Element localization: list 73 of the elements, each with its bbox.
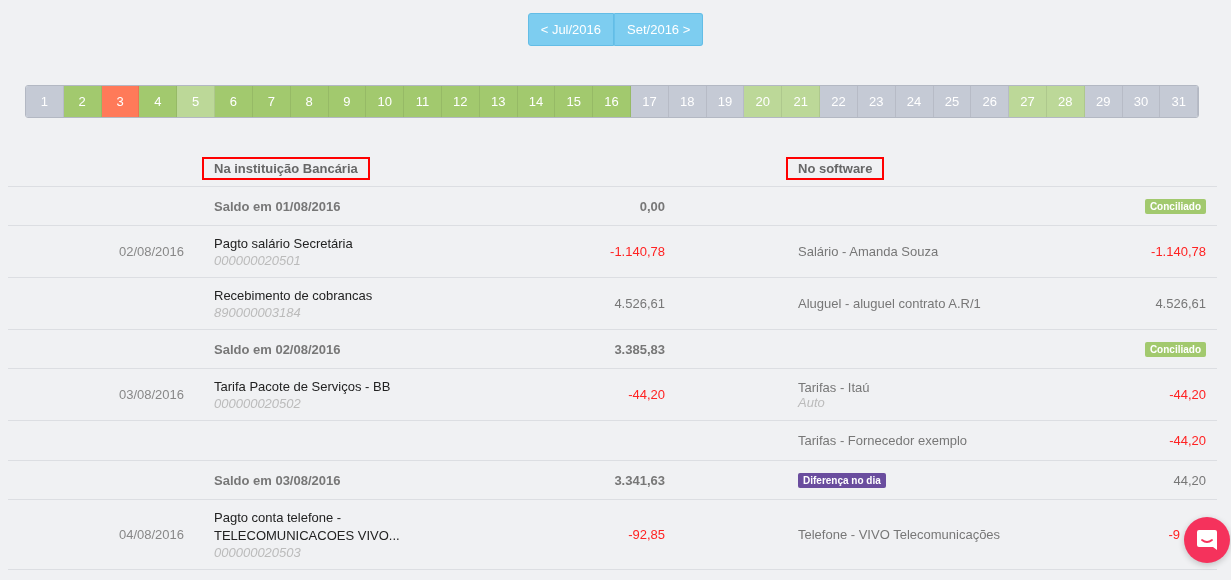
day-cell[interactable]: 20 — [744, 86, 783, 117]
day-cell[interactable]: 13 — [479, 86, 518, 117]
day-cell[interactable]: 25 — [933, 86, 972, 117]
day-cell[interactable]: 26 — [971, 86, 1010, 117]
amount-text: -92,85 — [628, 527, 665, 542]
day-cell[interactable]: 7 — [252, 86, 291, 117]
day-cell[interactable]: 24 — [895, 86, 934, 117]
day-cell[interactable]: 9 — [328, 86, 367, 117]
day-cell[interactable]: 10 — [366, 86, 405, 117]
amount-text: 0,00 — [639, 198, 665, 214]
month-nav-button[interactable]: < Jul/2016 — [527, 13, 615, 46]
day-cell[interactable]: 28 — [1046, 86, 1085, 117]
chat-button[interactable] — [1184, 517, 1230, 563]
transaction-description: Pagto conta telefone - TELECOMUNICACOES VIVO... — [214, 509, 400, 545]
day-cell[interactable]: 6 — [215, 86, 253, 117]
software-description: Aluguel - aluguel contrato A.R/1 — [798, 296, 981, 311]
amount-text: 3.385,83 — [614, 341, 665, 357]
day-cell[interactable]: 3 — [101, 86, 140, 117]
day-cell[interactable]: 5 — [177, 86, 216, 117]
day-cell[interactable]: 1 — [26, 86, 64, 117]
amount-text: 4.526,61 — [614, 296, 665, 311]
day-cell[interactable]: 2 — [63, 86, 102, 117]
day-cell[interactable]: 27 — [1009, 86, 1047, 117]
document-number: 890000003184 — [214, 305, 301, 320]
day-cell[interactable]: 15 — [555, 86, 594, 117]
day-cell[interactable]: 17 — [631, 86, 669, 117]
amount-text: -1.140,78 — [1151, 244, 1206, 259]
day-cell[interactable]: 18 — [668, 86, 707, 117]
day-cell[interactable]: 4 — [139, 86, 178, 117]
note-text: Auto — [798, 394, 825, 410]
day-cell[interactable]: 31 — [1160, 86, 1198, 117]
day-cell[interactable]: 19 — [706, 86, 745, 117]
status-badge: Conciliado — [1144, 341, 1206, 357]
amount-text: 44,20 — [1173, 472, 1206, 488]
software-description: Tarifas - Itaú — [798, 379, 870, 395]
document-number: 000000020501 — [214, 253, 301, 268]
status-badge: Diferença no dia — [798, 472, 886, 488]
software-description: Salário - Amanda Souza — [798, 244, 939, 259]
day-cell[interactable]: 16 — [593, 86, 631, 117]
transaction-description: Pagto salário Secretária — [214, 235, 353, 253]
balance-label: Saldo em 01/08/2016 — [214, 198, 341, 214]
balance-label: Saldo em 02/08/2016 — [214, 341, 341, 357]
date-text: 03/08/2016 — [118, 387, 184, 402]
day-cell[interactable]: 22 — [820, 86, 858, 117]
chat-icon — [1196, 529, 1218, 551]
document-number: 000000020503 — [214, 545, 301, 560]
software-description: Tarifas - Fornecedor exemplo — [798, 433, 968, 448]
amount-text: -9 — [1168, 527, 1180, 542]
amount-text: -44,20 — [1169, 433, 1206, 448]
day-cell[interactable]: 12 — [441, 86, 480, 117]
day-cell[interactable]: 11 — [404, 86, 442, 117]
column-header: No software — [786, 156, 885, 180]
day-cell[interactable]: 29 — [1084, 86, 1123, 117]
software-description: Telefone - VIVO Telecomunicações — [798, 527, 1001, 542]
document-number: 000000020502 — [214, 396, 301, 411]
date-text: 02/08/2016 — [118, 244, 184, 259]
amount-text: -44,20 — [628, 387, 665, 402]
amount-text: -44,20 — [1169, 387, 1206, 402]
status-badge: Conciliado — [1144, 198, 1206, 214]
amount-text: 3.341,63 — [614, 472, 665, 488]
transaction-description: Recebimento de cobrancas — [214, 287, 373, 305]
month-nav-button[interactable]: Set/2016 > — [614, 13, 704, 46]
date-text: 04/08/2016 — [118, 527, 184, 542]
amount-text: 4.526,61 — [1155, 296, 1206, 311]
balance-label: Saldo em 03/08/2016 — [214, 472, 341, 488]
transaction-description: Tarifa Pacote de Serviços - BB — [214, 378, 391, 396]
day-cell[interactable]: 14 — [517, 86, 556, 117]
amount-text: -1.140,78 — [610, 244, 665, 259]
day-cell[interactable]: 21 — [782, 86, 821, 117]
day-cell[interactable]: 23 — [857, 86, 896, 117]
day-cell[interactable]: 8 — [290, 86, 329, 117]
column-header: Na instituição Bancária — [202, 156, 370, 180]
day-cell[interactable]: 30 — [1122, 86, 1161, 117]
